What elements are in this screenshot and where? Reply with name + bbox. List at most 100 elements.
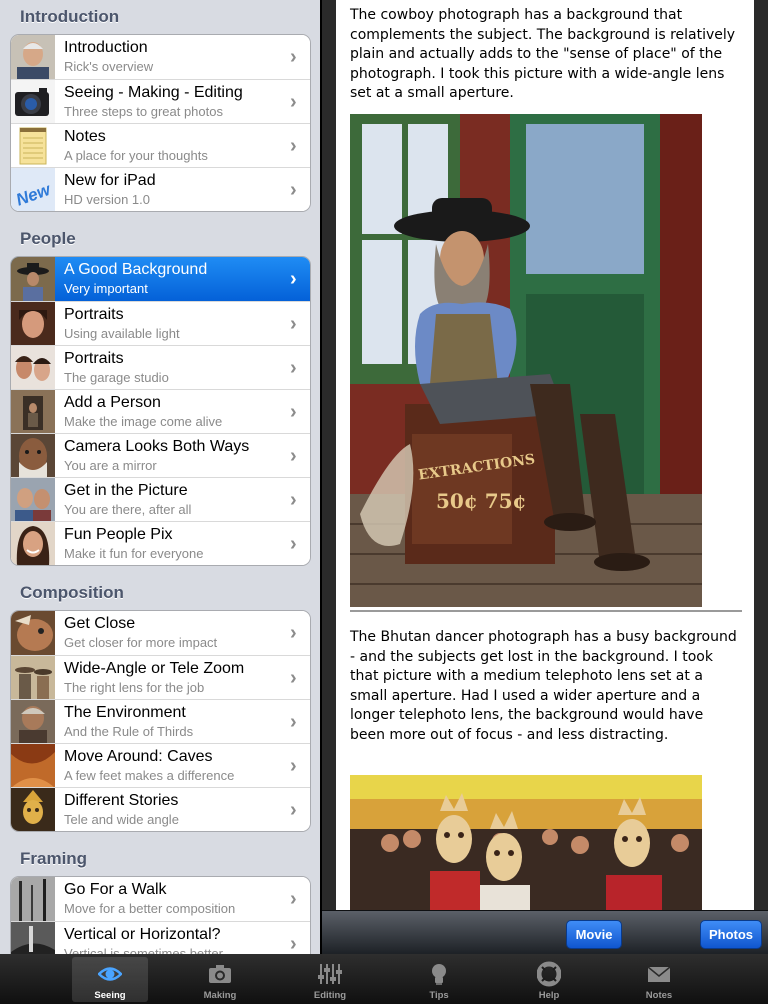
doorway-person-thumbnail xyxy=(11,390,55,434)
chevron-right-icon: › xyxy=(290,667,297,689)
list-item-the-environment[interactable]: The Environment And the Rule of Thirds › xyxy=(11,699,310,744)
item-title: The Environment xyxy=(64,704,186,721)
chevron-right-icon: › xyxy=(290,46,297,68)
list-item-go-for-a-walk[interactable]: Go For a Walk Move for a better composit… xyxy=(11,877,310,921)
item-subtitle: Using available light xyxy=(64,326,180,341)
section-people: A Good Background Very important › Portr… xyxy=(10,256,311,566)
item-title: Get Close xyxy=(64,615,136,632)
list-item-different-stories[interactable]: Different Stories Tele and wide angle › xyxy=(11,787,310,831)
tab-label: Tips xyxy=(429,990,449,1001)
content-toolbar: Movie Photos xyxy=(322,910,768,954)
chevron-right-icon: › xyxy=(290,933,297,954)
sidebar[interactable]: Introduction Introduction Rick's overvie… xyxy=(0,0,320,954)
item-title: Seeing - Making - Editing xyxy=(64,84,243,101)
chevron-right-icon: › xyxy=(290,313,297,335)
couple-thumbnail xyxy=(11,478,55,522)
sliders-icon xyxy=(318,964,342,984)
list-item-get-in-the-picture[interactable]: Get in the Picture You are there, after … xyxy=(11,477,310,522)
item-subtitle: You are a mirror xyxy=(64,458,157,473)
list-item-new-for-ipad[interactable]: New New for iPad HD version 1.0 › xyxy=(11,167,310,211)
item-subtitle: A few feet makes a difference xyxy=(64,768,235,783)
chevron-right-icon: › xyxy=(290,799,297,821)
content-pane[interactable]: The cowboy photograph has a background t… xyxy=(322,0,768,910)
bw-landscape-thumbnail xyxy=(11,922,55,954)
chevron-right-icon: › xyxy=(290,622,297,644)
item-subtitle: Three steps to great photos xyxy=(64,104,223,119)
item-subtitle: The right lens for the job xyxy=(64,680,205,695)
chevron-right-icon: › xyxy=(290,888,297,910)
list-item-a-good-background[interactable]: A Good Background Very important › xyxy=(11,257,310,301)
section-header-framing: Framing xyxy=(20,849,88,868)
chevron-right-icon: › xyxy=(290,755,297,777)
chevron-right-icon: › xyxy=(290,445,297,467)
bw-trees-thumbnail xyxy=(11,877,55,921)
tab-making[interactable]: Making xyxy=(182,957,258,1002)
item-title: Fun People Pix xyxy=(64,526,173,543)
section-header-composition: Composition xyxy=(20,583,124,602)
lifebuoy-icon xyxy=(537,961,561,987)
movie-button[interactable]: Movie xyxy=(566,920,622,949)
tab-tips[interactable]: Tips xyxy=(401,957,477,1002)
tab-label: Help xyxy=(538,990,560,1001)
list-item-fun-people-pix[interactable]: Fun People Pix Make it fun for everyone … xyxy=(11,521,310,565)
list-item-move-around-caves[interactable]: Move Around: Caves A few feet makes a di… xyxy=(11,743,310,788)
chevron-right-icon: › xyxy=(290,711,297,733)
list-item-add-a-person[interactable]: Add a Person Make the image come alive › xyxy=(11,389,310,434)
tab-help[interactable]: Help xyxy=(511,957,587,1002)
eye-icon xyxy=(98,967,122,981)
section-framing: Go For a Walk Move for a better composit… xyxy=(10,876,311,954)
item-subtitle: Make the image come alive xyxy=(64,414,223,429)
chevron-right-icon: › xyxy=(290,268,297,290)
list-item-get-close[interactable]: Get Close Get closer for more impact › xyxy=(11,611,310,655)
item-subtitle: Rick's overview xyxy=(64,59,154,74)
author-portrait-thumbnail xyxy=(11,35,55,79)
list-item-notes[interactable]: Notes A place for your thoughts › xyxy=(11,123,310,168)
item-title: Different Stories xyxy=(64,792,179,809)
list-item-introduction[interactable]: Introduction Rick's overview › xyxy=(11,35,310,79)
section-header-people: People xyxy=(20,229,76,248)
list-item-portraits-garage-studio[interactable]: Portraits The garage studio › xyxy=(11,345,310,390)
tab-label: Editing xyxy=(313,990,347,1001)
tab-label: Making xyxy=(203,990,237,1001)
list-item-camera-looks-both-ways[interactable]: Camera Looks Both Ways You are a mirror … xyxy=(11,433,310,478)
lightbulb-icon xyxy=(432,964,446,985)
item-title: Move Around: Caves xyxy=(64,748,213,765)
tab-seeing[interactable]: Seeing xyxy=(72,957,148,1002)
new-badge-thumbnail: New xyxy=(11,168,55,211)
canyon-thumbnail xyxy=(11,744,55,788)
tab-bar: Seeing Making Editing Tips Help Notes xyxy=(0,954,768,1004)
item-subtitle: Make it fun for everyone xyxy=(64,546,204,561)
photos-button[interactable]: Photos xyxy=(700,920,762,949)
tab-notes[interactable]: Notes xyxy=(621,957,697,1002)
list-item-wide-angle-or-tele-zoom[interactable]: Wide-Angle or Tele Zoom The right lens f… xyxy=(11,655,310,700)
list-item-seeing-making-editing[interactable]: Seeing - Making - Editing Three steps to… xyxy=(11,79,310,124)
chevron-right-icon: › xyxy=(290,135,297,157)
list-item-vertical-or-horizontal[interactable]: Vertical or Horizontal? Vertical is some… xyxy=(11,921,310,954)
chair-sign-prices: 50¢ 75¢ xyxy=(436,489,526,513)
item-title: Introduction xyxy=(64,39,148,56)
list-item-portraits-available-light[interactable]: Portraits Using available light › xyxy=(11,301,310,346)
smiling-woman-thumbnail xyxy=(11,522,55,565)
portrait-two-women-thumbnail xyxy=(11,346,55,390)
tab-editing[interactable]: Editing xyxy=(292,957,368,1002)
item-title: Get in the Picture xyxy=(64,482,188,499)
close-up-face-thumbnail xyxy=(11,611,55,655)
item-subtitle: Move for a better composition xyxy=(64,901,236,916)
tab-label: Seeing xyxy=(94,990,126,1001)
elder-face-thumbnail xyxy=(11,434,55,478)
article-page: The cowboy photograph has a background t… xyxy=(336,0,754,910)
craftsman-thumbnail xyxy=(11,700,55,744)
item-title: Portraits xyxy=(64,350,124,367)
item-subtitle: Very important xyxy=(64,281,148,296)
cowboy-photo: EXTRACTIONS 50¢ 75¢ xyxy=(350,114,702,607)
item-subtitle: You are there, after all xyxy=(64,502,192,517)
item-subtitle: A place for your thoughts xyxy=(64,148,208,163)
article-paragraph-1: The cowboy photograph has a background t… xyxy=(350,7,736,101)
item-subtitle: The garage studio xyxy=(64,370,169,385)
golden-mask-thumbnail xyxy=(11,788,55,831)
portrait-woman-thumbnail xyxy=(11,302,55,346)
item-title: Add a Person xyxy=(64,394,161,411)
item-title: Portraits xyxy=(64,306,124,323)
bhutan-dancers-photo xyxy=(350,775,702,910)
camera-icon xyxy=(209,965,231,983)
